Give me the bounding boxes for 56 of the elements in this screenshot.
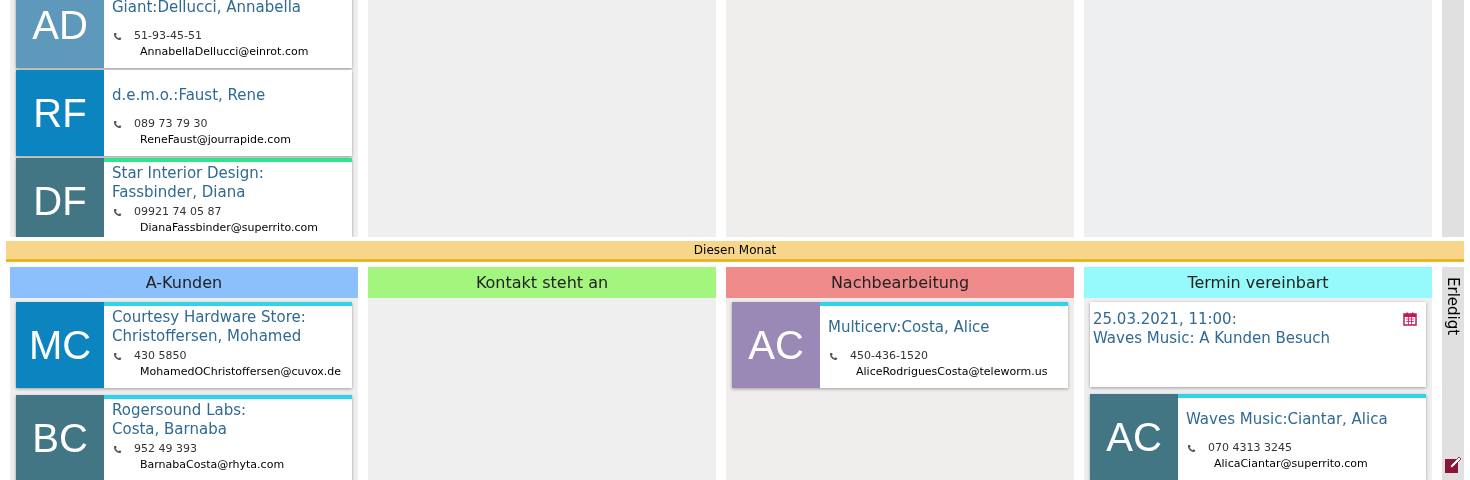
- contact-card[interactable]: RF d.e.m.o.:Faust, Rene 089 73 79 30 ReneFaust@jourrapide.com: [16, 70, 352, 156]
- column-header[interactable]: A-Kunden: [10, 267, 358, 298]
- email-address: AnnabellaDellucci@einrot.com: [139, 44, 310, 60]
- phone-number: 070 4313 3245: [1208, 440, 1292, 456]
- contact-name[interactable]: Waves Music:Ciantar, Alica: [1186, 409, 1388, 429]
- column-header[interactable]: Termin vereinbart: [1084, 267, 1432, 298]
- phone-icon: [1187, 443, 1196, 453]
- phone-icon: [829, 351, 838, 361]
- column-header[interactable]: Kontakt steht an: [368, 267, 716, 298]
- edit-icon[interactable]: [1444, 456, 1462, 474]
- avatar: BC: [16, 395, 104, 480]
- phone-icon: [113, 351, 122, 361]
- contact-card[interactable]: AC Multicerv:Costa, Alice 450-436-1520 AliceRodriguesCosta@teleworm.us: [732, 302, 1068, 388]
- email-address: AliceRodriguesCosta@teleworm.us: [855, 364, 1049, 380]
- contact-card[interactable]: DF Star Interior Design: Fassbinder, Diana 09921 74 05 87 DianaFassbinder@superrito.com: [16, 158, 352, 237]
- appointment-subject: Waves Music: A Kunden Besuch: [1093, 329, 1330, 348]
- avatar: AC: [732, 302, 820, 388]
- column-header[interactable]: Nachbearbeitung: [726, 267, 1074, 298]
- contact-name[interactable]: Courtesy Hardware Store:: [112, 308, 306, 327]
- contact-name[interactable]: Star Interior Design:: [112, 164, 264, 183]
- contact-name[interactable]: Costa, Barnaba: [112, 420, 247, 439]
- phone-number: 09921 74 05 87: [134, 204, 222, 220]
- email-address: ReneFaust@jourrapide.com: [139, 132, 292, 148]
- phone-number: 952 49 393: [134, 441, 197, 457]
- contact-card[interactable]: AC Waves Music:Ciantar, Alica 070 4313 3245 AlicaCiantar@superrito.com: [1090, 394, 1426, 480]
- email-address: BarnabaCosta@rhyta.com: [139, 457, 286, 473]
- calendar-icon[interactable]: [1403, 312, 1417, 326]
- phone-number: 089 73 79 30: [134, 116, 208, 132]
- contact-name[interactable]: Fassbinder, Diana: [112, 183, 264, 202]
- avatar: MC: [16, 302, 104, 388]
- email-address: DianaFassbinder@superrito.com: [139, 220, 319, 236]
- phone-icon: [113, 444, 122, 454]
- contact-name[interactable]: d.e.m.o.:Faust, Rene: [112, 85, 266, 105]
- phone-number: 450-436-1520: [850, 348, 928, 364]
- contact-name[interactable]: Giant:Dellucci, Annabella: [112, 0, 301, 17]
- avatar: AD: [16, 0, 104, 68]
- avatar: DF: [16, 158, 104, 237]
- appointment-card[interactable]: 25.03.2021, 11:00: Waves Music: A Kunden Besuch: [1090, 302, 1426, 387]
- side-label[interactable]: Erledigt: [1441, 277, 1465, 336]
- contact-card[interactable]: BC Rogersound Labs: Costa, Barnaba 952 49 393 BarnabaCosta@rhyta.com: [16, 395, 352, 480]
- contact-name[interactable]: Christoffersen, Mohamed: [112, 327, 306, 346]
- phone-icon: [113, 207, 122, 217]
- contact-name[interactable]: Multicerv:Costa, Alice: [828, 317, 990, 337]
- phone-number: 430 5850: [134, 348, 187, 364]
- email-address: AlicaCiantar@superrito.com: [1213, 456, 1369, 472]
- phone-icon: [113, 31, 122, 41]
- contact-card[interactable]: MC Courtesy Hardware Store: Christoffersen, Mohamed 430 5850 MohamedOChristoffersen@cuvox.de: [16, 302, 352, 388]
- phone-number: 51-93-45-51: [134, 28, 202, 44]
- avatar: RF: [16, 70, 104, 156]
- section-banner[interactable]: Diesen Monat: [6, 241, 1464, 262]
- contact-card[interactable]: AD Giant:Dellucci, Annabella 51-93-45-51 AnnabellaDellucci@einrot.com: [16, 0, 352, 68]
- avatar: AC: [1090, 394, 1178, 480]
- email-address: MohamedOChristoffersen@cuvox.de: [139, 364, 343, 380]
- phone-icon: [113, 119, 122, 129]
- appointment-date: 25.03.2021, 11:00:: [1093, 310, 1238, 329]
- contact-name[interactable]: Rogersound Labs:: [112, 401, 247, 420]
